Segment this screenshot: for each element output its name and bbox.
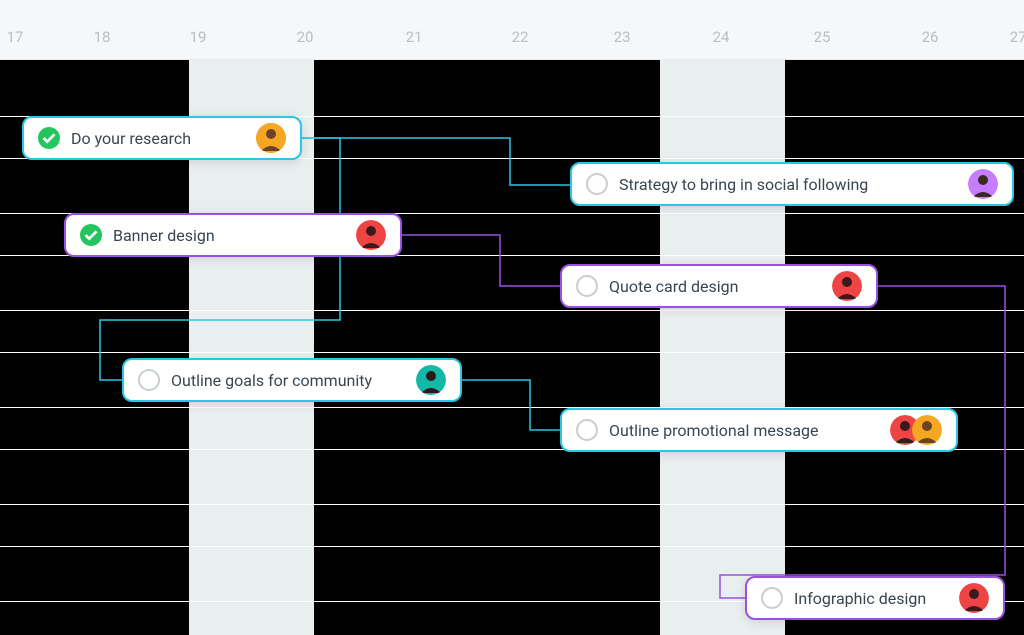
task-card-strategy[interactable]: Strategy to bring in social following [570,162,1014,206]
task-card-research[interactable]: Do your research [22,116,302,160]
avatar [832,271,862,301]
task-title: Do your research [71,129,245,148]
row-divider [0,546,1024,547]
task-title: Outline goals for community [171,371,405,390]
check-done-icon[interactable] [80,224,102,246]
day-label: 23 [614,28,631,46]
task-card-promo[interactable]: Outline promotional message [560,408,958,452]
timeline-header: 17 18 19 20 21 22 23 24 25 26 27 [0,0,1024,60]
day-label: 18 [94,28,111,46]
avatar [356,220,386,250]
check-done-icon[interactable] [38,127,60,149]
task-title: Strategy to bring in social following [619,175,957,194]
check-open-icon[interactable] [576,275,598,297]
row-divider [0,352,1024,353]
avatar [968,169,998,199]
day-label: 17 [7,28,24,46]
day-label: 21 [406,28,423,46]
day-label: 25 [814,28,831,46]
task-title: Infographic design [794,589,948,608]
day-label: 26 [922,28,939,46]
task-title: Outline promotional message [609,421,879,440]
day-label: 27 [1010,28,1024,46]
row-divider [0,310,1024,311]
avatar-group [890,415,942,445]
check-open-icon[interactable] [586,173,608,195]
check-open-icon[interactable] [576,419,598,441]
task-card-banner[interactable]: Banner design [64,213,402,257]
task-card-goals[interactable]: Outline goals for community [122,358,462,402]
avatar [416,365,446,395]
task-card-quote[interactable]: Quote card design [560,264,878,308]
day-label: 24 [713,28,730,46]
task-title: Banner design [113,226,345,245]
day-label: 19 [190,28,207,46]
weekend-column [660,60,785,635]
avatar [959,583,989,613]
task-title: Quote card design [609,277,821,296]
row-divider [0,504,1024,505]
check-open-icon[interactable] [761,587,783,609]
avatar [256,123,286,153]
avatar [912,415,942,445]
check-open-icon[interactable] [138,369,160,391]
day-label: 22 [512,28,529,46]
task-card-infographic[interactable]: Infographic design [745,576,1005,620]
day-label: 20 [297,28,314,46]
